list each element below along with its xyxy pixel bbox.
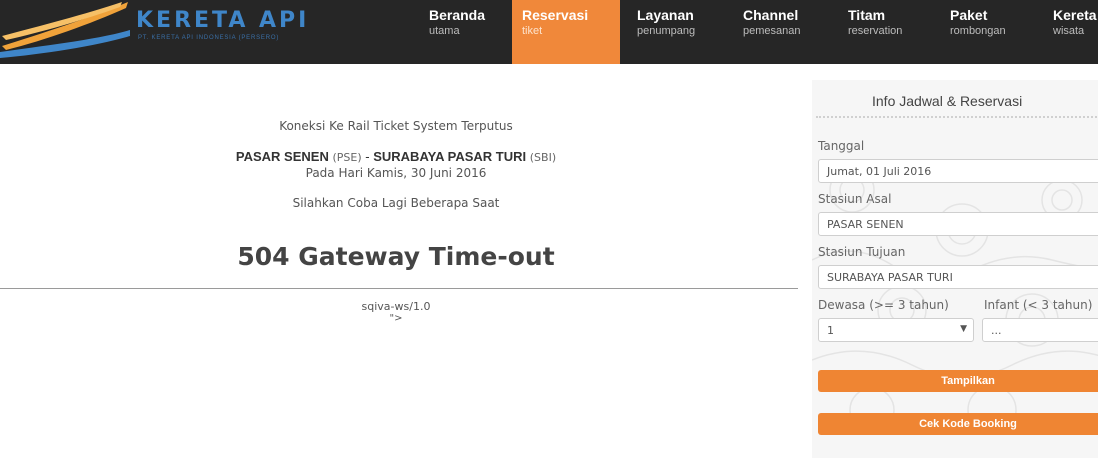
- nav-item-titam[interactable]: Titam reservation: [838, 0, 940, 64]
- nav-label: Titam: [848, 7, 886, 23]
- nav-label: Layanan: [637, 7, 694, 23]
- top-navigation-bar: KERETA API PT. KERETA API INDONESIA (PER…: [0, 0, 1098, 64]
- infant-passenger-label: Infant (< 3 tahun): [984, 298, 1093, 312]
- nav-item-beranda[interactable]: Beranda utama: [419, 0, 512, 64]
- route-line: PASAR SENEN (PSE) - SURABAYA PASAR TURI …: [0, 149, 792, 164]
- nav-item-layanan[interactable]: Layanan penumpang: [627, 0, 733, 64]
- nav-sublabel: reservation: [848, 25, 903, 37]
- show-schedule-button[interactable]: Tampilkan: [818, 370, 1098, 392]
- route-origin: PASAR SENEN: [235, 149, 329, 164]
- nav-item-reservasi[interactable]: Reservasi tiket: [512, 0, 620, 64]
- destination-station-label: Stasiun Tujuan: [818, 245, 906, 259]
- date-label: Tanggal: [818, 139, 865, 153]
- panel-title-divider: [816, 116, 1098, 118]
- connection-message: Koneksi Ke Rail Ticket System Terputus: [279, 119, 513, 133]
- stray-markup: ">: [389, 313, 403, 324]
- nav-sublabel: rombongan: [950, 25, 1006, 37]
- origin-station-field[interactable]: PASAR SENEN: [818, 212, 1098, 236]
- adult-count-value: 1: [827, 324, 834, 337]
- adult-count-select[interactable]: 1 ▼: [818, 318, 974, 342]
- route-destination: SURABAYA PASAR TURI: [373, 149, 527, 164]
- adult-passenger-label: Dewasa (>= 3 tahun): [818, 298, 949, 312]
- nav-sublabel: tiket: [522, 25, 543, 37]
- nav-sublabel: pemesanan: [743, 25, 801, 37]
- error-title: 504 Gateway Time-out: [237, 242, 555, 271]
- nav-label: Channel: [743, 7, 799, 23]
- check-booking-code-button[interactable]: Cek Kode Booking: [818, 413, 1098, 435]
- destination-station-field[interactable]: SURABAYA PASAR TURI: [818, 265, 1098, 289]
- retry-message: Silahkan Coba Lagi Beberapa Saat: [292, 196, 500, 210]
- origin-station-label: Stasiun Asal: [818, 192, 892, 206]
- reservation-panel: Info Jadwal & Reservasi Tanggal Jumat, 0…: [812, 80, 1098, 458]
- nav-sublabel: utama: [429, 25, 460, 37]
- panel-title: Info Jadwal & Reservasi: [872, 93, 1023, 109]
- nav-label: Reservasi: [522, 7, 589, 23]
- nav-label: Beranda: [429, 7, 486, 23]
- travel-date: Pada Hari Kamis, 30 Juni 2016: [305, 166, 487, 180]
- route-destination-code: (SBI): [529, 151, 557, 164]
- nav-label: Kereta: [1053, 7, 1097, 23]
- kereta-api-logo[interactable]: KERETA API PT. KERETA API INDONESIA (PER…: [0, 0, 330, 64]
- nav-label: Paket: [950, 7, 988, 23]
- chevron-down-icon: ▼: [960, 324, 967, 334]
- infant-count-value: ...: [991, 324, 1002, 337]
- nav-item-kereta-wisata[interactable]: Kereta wisata: [1043, 0, 1098, 64]
- route-separator: -: [365, 149, 370, 164]
- nav-sublabel: penumpang: [637, 25, 696, 37]
- brand-tagline: PT. KERETA API INDONESIA (PERSERO): [138, 35, 280, 41]
- logo-swoosh-icon: [0, 2, 130, 58]
- date-field[interactable]: Jumat, 01 Juli 2016: [818, 159, 1098, 183]
- infant-count-select[interactable]: ...: [982, 318, 1098, 342]
- nav-item-paket[interactable]: Paket rombongan: [940, 0, 1043, 64]
- nav-item-channel[interactable]: Channel pemesanan: [733, 0, 837, 64]
- route-origin-code: (PSE): [332, 151, 362, 164]
- server-signature: sqiva-ws/1.0: [361, 300, 431, 313]
- divider: [0, 288, 798, 289]
- main-content: Koneksi Ke Rail Ticket System Terputus P…: [0, 64, 798, 458]
- brand-name: KERETA API: [136, 8, 310, 33]
- nav-sublabel: wisata: [1053, 25, 1085, 37]
